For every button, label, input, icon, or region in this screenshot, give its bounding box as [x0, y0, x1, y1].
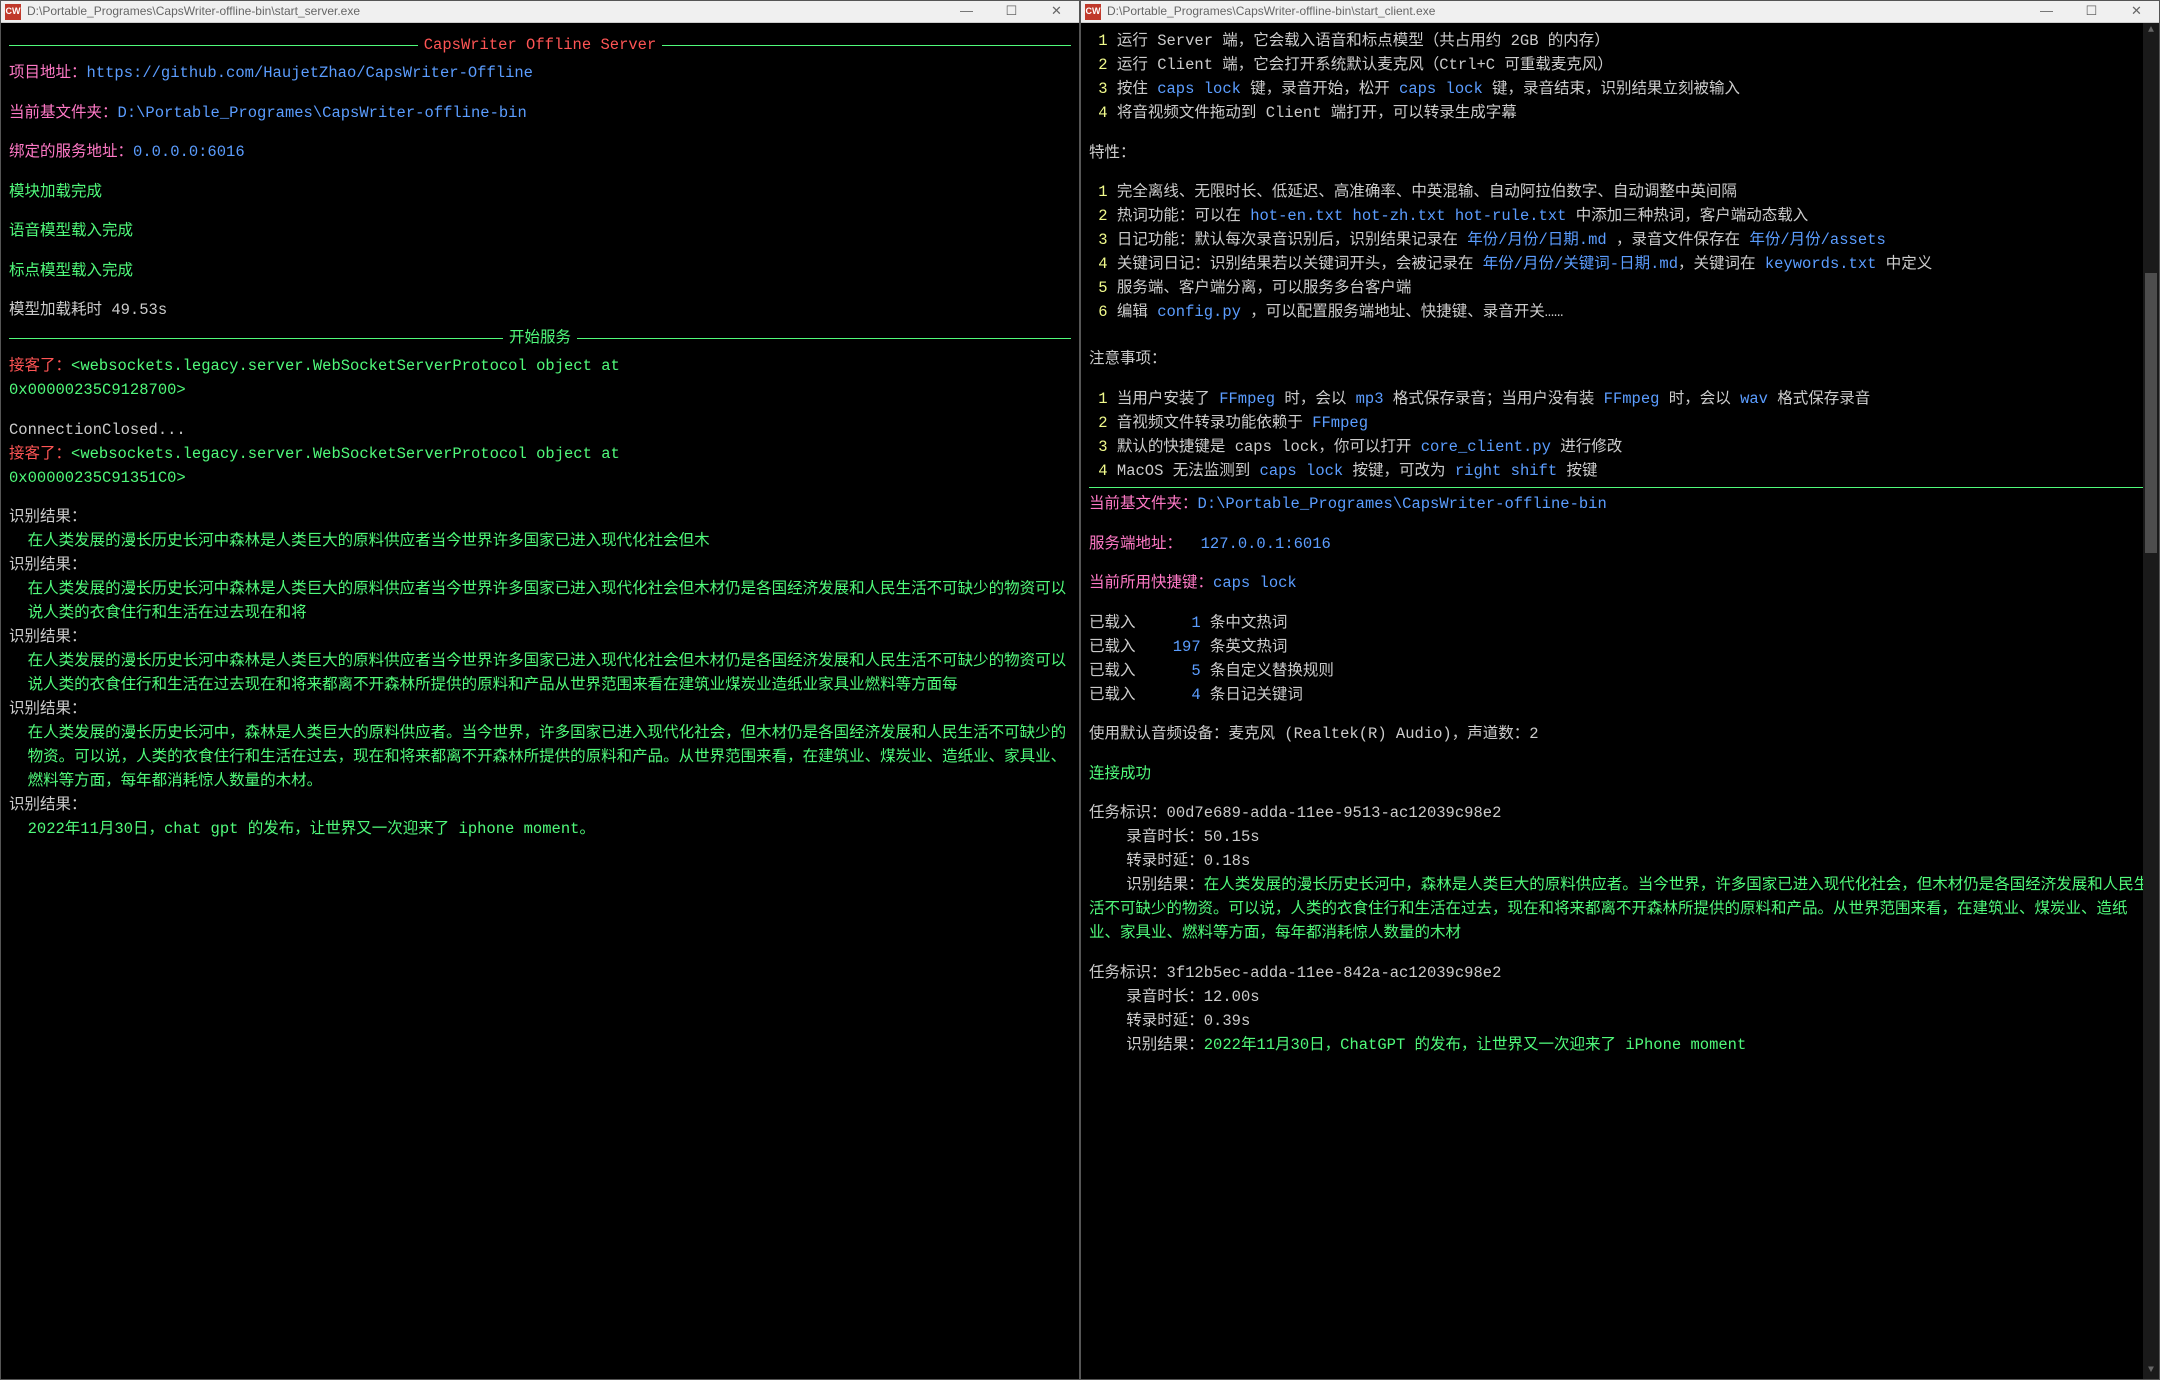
client-terminal[interactable]: 1运行 Server 端，它会载入语音和标点模型（共占用约 2GB 的内存） 2… [1081, 23, 2159, 1379]
current-folder-line: 当前基文件夹：D:\Portable_Programes\CapsWriter-… [9, 101, 1071, 125]
maximize-button[interactable]: ☐ [989, 1, 1034, 23]
client-folder-line: 当前基文件夹：D:\Portable_Programes\CapsWriter-… [1089, 492, 2151, 516]
task-1-delay: 转录时延：0.18s [1089, 849, 2151, 873]
start-service-label: 开始服务 [503, 326, 577, 350]
task-2-rec-len: 录音时长：12.00s [1089, 985, 2151, 1009]
feature-1: 1完全离线、无限时长、低延迟、高准确率、中英混输、自动阿拉伯数字、自动调整中英间… [1089, 180, 2151, 204]
loaded-cn-hotwords: 已载入 1 条中文热词 [1089, 611, 2151, 635]
close-button[interactable]: ✕ [1034, 1, 1079, 23]
connection-1: 接客了：<websockets.legacy.server.WebSocketS… [9, 354, 1071, 378]
connection-closed: ConnectionClosed... [9, 418, 1071, 442]
server-banner: CapsWriter Offline Server [418, 33, 663, 57]
result-label-1: 识别结果： [9, 505, 1071, 529]
audio-device-line: 使用默认音频设备：麦克风 (Realtek(R) Audio)，声道数：2 [1089, 722, 2151, 746]
feature-2: 2热词功能：可以在 hot-en.txt hot-zh.txt hot-rule… [1089, 204, 2151, 228]
step-4: 4将音视频文件拖动到 Client 端打开，可以转录生成字幕 [1089, 101, 2151, 125]
hotkey-line: 当前所用快捷键：caps lock [1089, 571, 2151, 595]
feature-3: 3日记功能：默认每次录音识别后，识别结果记录在 年份/月份/日期.md ，录音文… [1089, 228, 2151, 252]
note-3: 3默认的快捷键是 caps lock，你可以打开 core_client.py … [1089, 435, 2151, 459]
scroll-thumb[interactable] [2145, 273, 2157, 553]
scrollbar[interactable]: ▲ ▼ [2143, 23, 2159, 1379]
loaded-rules: 已载入 5 条自定义替换规则 [1089, 659, 2151, 683]
server-terminal[interactable]: CapsWriter Offline Server 项目地址：https://g… [1, 23, 1079, 1379]
server-address-line: 服务端地址： 127.0.0.1:6016 [1089, 532, 2151, 556]
scroll-down-icon[interactable]: ▼ [2143, 1363, 2159, 1379]
loaded-keywords: 已载入 4 条日记关键词 [1089, 683, 2151, 707]
client-window: CW D:\Portable_Programes\CapsWriter-offl… [1080, 0, 2160, 1380]
maximize-button[interactable]: ☐ [2069, 1, 2114, 23]
project-url: https://github.com/HaujetZhao/CapsWriter… [87, 64, 533, 82]
app-icon: CW [1085, 4, 1101, 20]
scroll-up-icon[interactable]: ▲ [2143, 23, 2159, 39]
result-label-4: 识别结果： [9, 697, 1071, 721]
result-5: 2022年11月30日，chat gpt 的发布，让世界又一次迎来了 iphon… [9, 817, 1071, 841]
features-label: 特性： [1089, 141, 2151, 165]
task-1-result: 识别结果：在人类发展的漫长历史长河中，森林是人类巨大的原料供应者。当今世界，许多… [1089, 873, 2151, 945]
client-window-title: D:\Portable_Programes\CapsWriter-offline… [1105, 3, 2024, 20]
result-label-2: 识别结果： [9, 553, 1071, 577]
server-titlebar[interactable]: CW D:\Portable_Programes\CapsWriter-offl… [1, 1, 1079, 23]
task-2-id: 任务标识：3f12b5ec-adda-11ee-842a-ac12039c98e… [1089, 961, 2151, 985]
task-2-delay: 转录时延：0.39s [1089, 1009, 2151, 1033]
result-1: 在人类发展的漫长历史长河中森林是人类巨大的原料供应者当今世界许多国家已进入现代化… [9, 529, 1071, 553]
task-1-rec-len: 录音时长：50.15s [1089, 825, 2151, 849]
notes-label: 注意事项： [1089, 347, 2151, 371]
step-1: 1运行 Server 端，它会载入语音和标点模型（共占用约 2GB 的内存） [1089, 29, 2151, 53]
loaded-en-hotwords: 已载入 197 条英文热词 [1089, 635, 2151, 659]
task-1-id: 任务标识：00d7e689-adda-11ee-9513-ac12039c98e… [1089, 801, 2151, 825]
feature-6: 6编辑 config.py ，可以配置服务端地址、快捷键、录音开关…… [1089, 300, 2151, 324]
feature-5: 5服务端、客户端分离，可以服务多台客户端 [1089, 276, 2151, 300]
result-label-5: 识别结果： [9, 793, 1071, 817]
server-window: CW D:\Portable_Programes\CapsWriter-offl… [0, 0, 1080, 1380]
project-address-line: 项目地址：https://github.com/HaujetZhao/CapsW… [9, 61, 1071, 85]
note-1: 1当用户安装了 FFmpeg 时，会以 mp3 格式保存录音；当用户没有装 FF… [1089, 387, 2151, 411]
note-4: 4MacOS 无法监测到 caps lock 按键，可改为 right shif… [1089, 459, 2151, 483]
minimize-button[interactable]: — [2024, 1, 2069, 23]
step-3: 3按住 caps lock 键，录音开始，松开 caps lock 键，录音结束… [1089, 77, 2151, 101]
banner-divider: CapsWriter Offline Server [9, 33, 1071, 57]
feature-4: 4关键词日记：识别结果若以关键词开头，会被记录在 年份/月份/关键词-日期.md… [1089, 252, 2151, 276]
minimize-button[interactable]: — [944, 1, 989, 23]
speech-loaded: 语音模型载入完成 [9, 219, 1071, 243]
result-label-3: 识别结果： [9, 625, 1071, 649]
result-4: 在人类发展的漫长历史长河中，森林是人类巨大的原料供应者。当今世界，许多国家已进入… [9, 721, 1071, 793]
model-load-time: 模型加载耗时 49.53s [9, 298, 1071, 322]
server-window-title: D:\Portable_Programes\CapsWriter-offline… [25, 3, 944, 20]
note-2: 2音视频文件转录功能依赖于 FFmpeg [1089, 411, 2151, 435]
modules-loaded: 模块加载完成 [9, 180, 1071, 204]
task-2-result: 识别结果：2022年11月30日，ChatGPT 的发布，让世界又一次迎来了 i… [1089, 1033, 2151, 1057]
bind-address-line: 绑定的服务地址：0.0.0.0:6016 [9, 140, 1071, 164]
divider [1089, 487, 2151, 488]
connection-success: 连接成功 [1089, 762, 2151, 786]
close-button[interactable]: ✕ [2114, 1, 2159, 23]
step-2: 2运行 Client 端，它会打开系统默认麦克风（Ctrl+C 可重载麦克风） [1089, 53, 2151, 77]
punct-loaded: 标点模型载入完成 [9, 259, 1071, 283]
connection-2: 接客了：<websockets.legacy.server.WebSocketS… [9, 442, 1071, 466]
client-titlebar[interactable]: CW D:\Portable_Programes\CapsWriter-offl… [1081, 1, 2159, 23]
start-service-divider: 开始服务 [9, 326, 1071, 350]
result-2: 在人类发展的漫长历史长河中森林是人类巨大的原料供应者当今世界许多国家已进入现代化… [9, 577, 1071, 625]
app-icon: CW [5, 4, 21, 20]
result-3: 在人类发展的漫长历史长河中森林是人类巨大的原料供应者当今世界许多国家已进入现代化… [9, 649, 1071, 697]
